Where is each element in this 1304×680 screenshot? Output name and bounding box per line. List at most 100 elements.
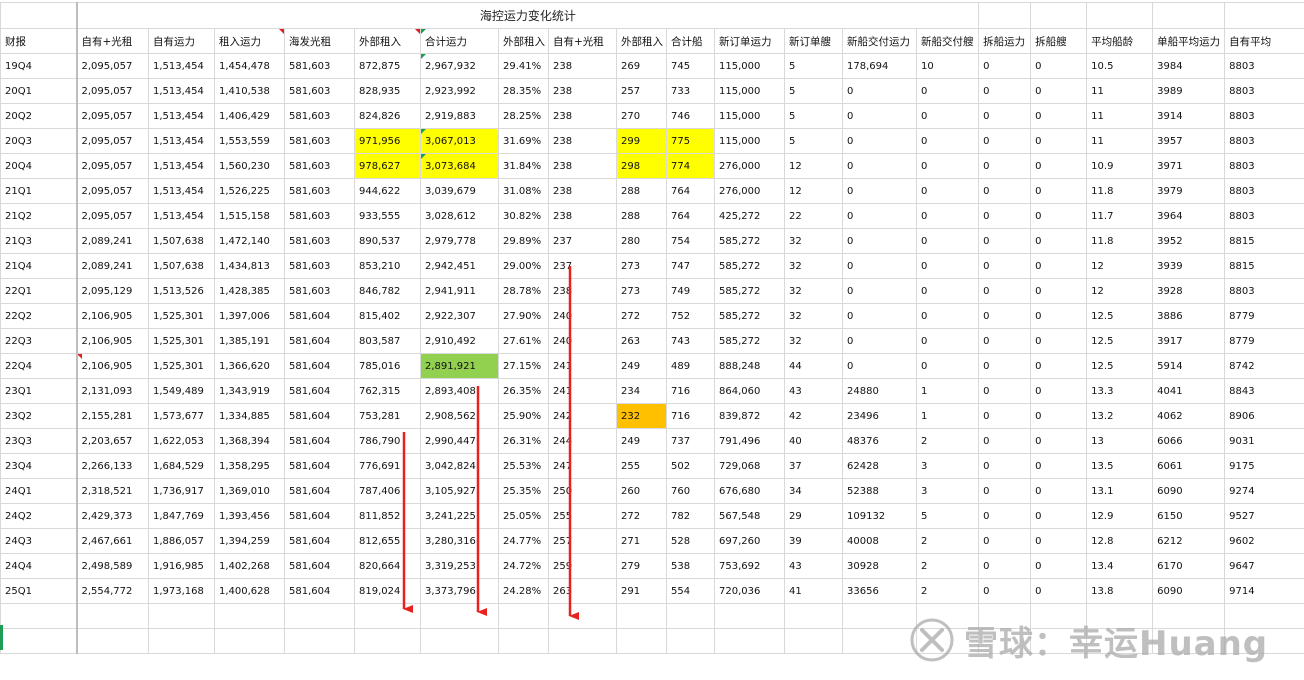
data-cell[interactable]: 888,248 — [714, 353, 785, 379]
data-cell[interactable]: 8803 — [1224, 203, 1304, 229]
data-cell[interactable]: 29 — [784, 503, 843, 529]
data-cell[interactable]: 1 — [915, 403, 980, 429]
period-cell[interactable]: 20Q1 — [0, 78, 78, 104]
data-cell[interactable]: 25.90% — [498, 403, 549, 429]
data-cell[interactable]: 10.9 — [1086, 153, 1154, 179]
data-cell[interactable]: 0 — [978, 453, 1032, 479]
data-cell[interactable]: 745 — [666, 53, 715, 79]
data-cell[interactable]: 115,000 — [714, 103, 785, 129]
data-cell[interactable]: 9714 — [1224, 578, 1304, 604]
data-cell[interactable]: 754 — [666, 228, 715, 254]
data-cell[interactable]: 0 — [842, 78, 917, 104]
data-cell[interactable]: 272 — [616, 503, 667, 529]
data-cell[interactable]: 115,000 — [714, 53, 785, 79]
data-cell[interactable]: 0 — [1030, 203, 1088, 229]
data-cell[interactable]: 1,515,158 — [214, 203, 285, 229]
data-cell[interactable]: 0 — [978, 228, 1032, 254]
data-cell[interactable]: 0 — [1030, 503, 1088, 529]
data-cell[interactable]: 3939 — [1152, 253, 1226, 279]
data-cell[interactable]: 1,393,456 — [214, 503, 285, 529]
empty-cell[interactable] — [842, 628, 917, 654]
column-header[interactable]: 合计船 — [666, 28, 715, 54]
data-cell[interactable]: 32 — [784, 303, 843, 329]
data-cell[interactable]: 0 — [915, 103, 980, 129]
data-cell[interactable]: 11.7 — [1086, 203, 1154, 229]
data-cell[interactable]: 0 — [1030, 328, 1088, 354]
data-cell[interactable]: 0 — [978, 178, 1032, 204]
data-cell[interactable]: 2,990,447 — [420, 428, 499, 454]
data-cell[interactable]: 581,603 — [284, 228, 355, 254]
data-cell[interactable]: 0 — [915, 228, 980, 254]
data-cell[interactable]: 8803 — [1224, 53, 1304, 79]
data-cell[interactable]: 1,358,295 — [214, 453, 285, 479]
data-cell[interactable]: 244 — [548, 428, 617, 454]
title-row-blank-cell[interactable] — [1086, 2, 1154, 29]
data-cell[interactable]: 3914 — [1152, 103, 1226, 129]
data-cell[interactable]: 2,106,905 — [76, 328, 149, 354]
data-cell[interactable]: 259 — [548, 553, 617, 579]
data-cell[interactable]: 232 — [616, 403, 667, 429]
data-cell[interactable]: 242 — [548, 403, 617, 429]
data-cell[interactable]: 581,603 — [284, 78, 355, 104]
data-cell[interactable]: 0 — [978, 528, 1032, 554]
data-cell[interactable]: 272 — [616, 303, 667, 329]
data-cell[interactable]: 0 — [978, 53, 1032, 79]
data-cell[interactable]: 288 — [616, 203, 667, 229]
data-cell[interactable]: 528 — [666, 528, 715, 554]
data-cell[interactable]: 944,622 — [354, 178, 421, 204]
data-cell[interactable]: 567,548 — [714, 503, 785, 529]
data-cell[interactable]: 812,655 — [354, 528, 421, 554]
data-cell[interactable]: 2,095,057 — [76, 153, 149, 179]
data-cell[interactable]: 3957 — [1152, 128, 1226, 154]
data-cell[interactable]: 2,106,905 — [76, 353, 149, 379]
data-cell[interactable]: 48376 — [842, 428, 917, 454]
data-cell[interactable]: 2,106,905 — [76, 303, 149, 329]
column-header[interactable]: 财报 — [0, 28, 78, 54]
data-cell[interactable]: 249 — [616, 428, 667, 454]
data-cell[interactable]: 28.35% — [498, 78, 549, 104]
empty-cell[interactable] — [666, 628, 715, 654]
data-cell[interactable]: 0 — [1030, 378, 1088, 404]
data-cell[interactable]: 11 — [1086, 128, 1154, 154]
data-cell[interactable]: 760 — [666, 478, 715, 504]
title-row-blank-cell[interactable] — [1030, 2, 1088, 29]
period-cell[interactable]: 21Q4 — [0, 253, 78, 279]
data-cell[interactable]: 9602 — [1224, 528, 1304, 554]
data-cell[interactable]: 13.2 — [1086, 403, 1154, 429]
data-cell[interactable]: 8803 — [1224, 278, 1304, 304]
data-cell[interactable]: 238 — [548, 278, 617, 304]
data-cell[interactable]: 749 — [666, 278, 715, 304]
data-cell[interactable]: 3979 — [1152, 178, 1226, 204]
data-cell[interactable]: 1,385,191 — [214, 328, 285, 354]
data-cell[interactable]: 2 — [915, 528, 980, 554]
data-cell[interactable]: 1,736,917 — [148, 478, 215, 504]
data-cell[interactable]: 853,210 — [354, 253, 421, 279]
data-cell[interactable]: 0 — [1030, 403, 1088, 429]
data-cell[interactable]: 12 — [784, 178, 843, 204]
data-cell[interactable]: 3,373,796 — [420, 578, 499, 604]
data-cell[interactable]: 1 — [915, 378, 980, 404]
data-cell[interactable]: 9647 — [1224, 553, 1304, 579]
data-cell[interactable]: 786,790 — [354, 428, 421, 454]
data-cell[interactable]: 6090 — [1152, 578, 1226, 604]
data-cell[interactable]: 0 — [1030, 53, 1088, 79]
data-cell[interactable]: 747 — [666, 253, 715, 279]
data-cell[interactable]: 0 — [978, 578, 1032, 604]
data-cell[interactable]: 241 — [548, 378, 617, 404]
empty-cell[interactable] — [354, 603, 421, 629]
empty-cell[interactable] — [76, 628, 149, 654]
data-cell[interactable]: 6066 — [1152, 428, 1226, 454]
data-cell[interactable]: 44 — [784, 353, 843, 379]
data-cell[interactable]: 585,272 — [714, 278, 785, 304]
data-cell[interactable]: 52388 — [842, 478, 917, 504]
data-cell[interactable]: 29.41% — [498, 53, 549, 79]
data-cell[interactable]: 2,089,241 — [76, 228, 149, 254]
column-header[interactable]: 拆船运力 — [978, 28, 1032, 54]
data-cell[interactable]: 2,095,057 — [76, 128, 149, 154]
data-cell[interactable]: 6150 — [1152, 503, 1226, 529]
data-cell[interactable]: 785,016 — [354, 353, 421, 379]
data-cell[interactable]: 2,910,492 — [420, 328, 499, 354]
data-cell[interactable]: 3,039,679 — [420, 178, 499, 204]
column-header[interactable]: 拆船艘 — [1030, 28, 1088, 54]
data-cell[interactable]: 32 — [784, 228, 843, 254]
